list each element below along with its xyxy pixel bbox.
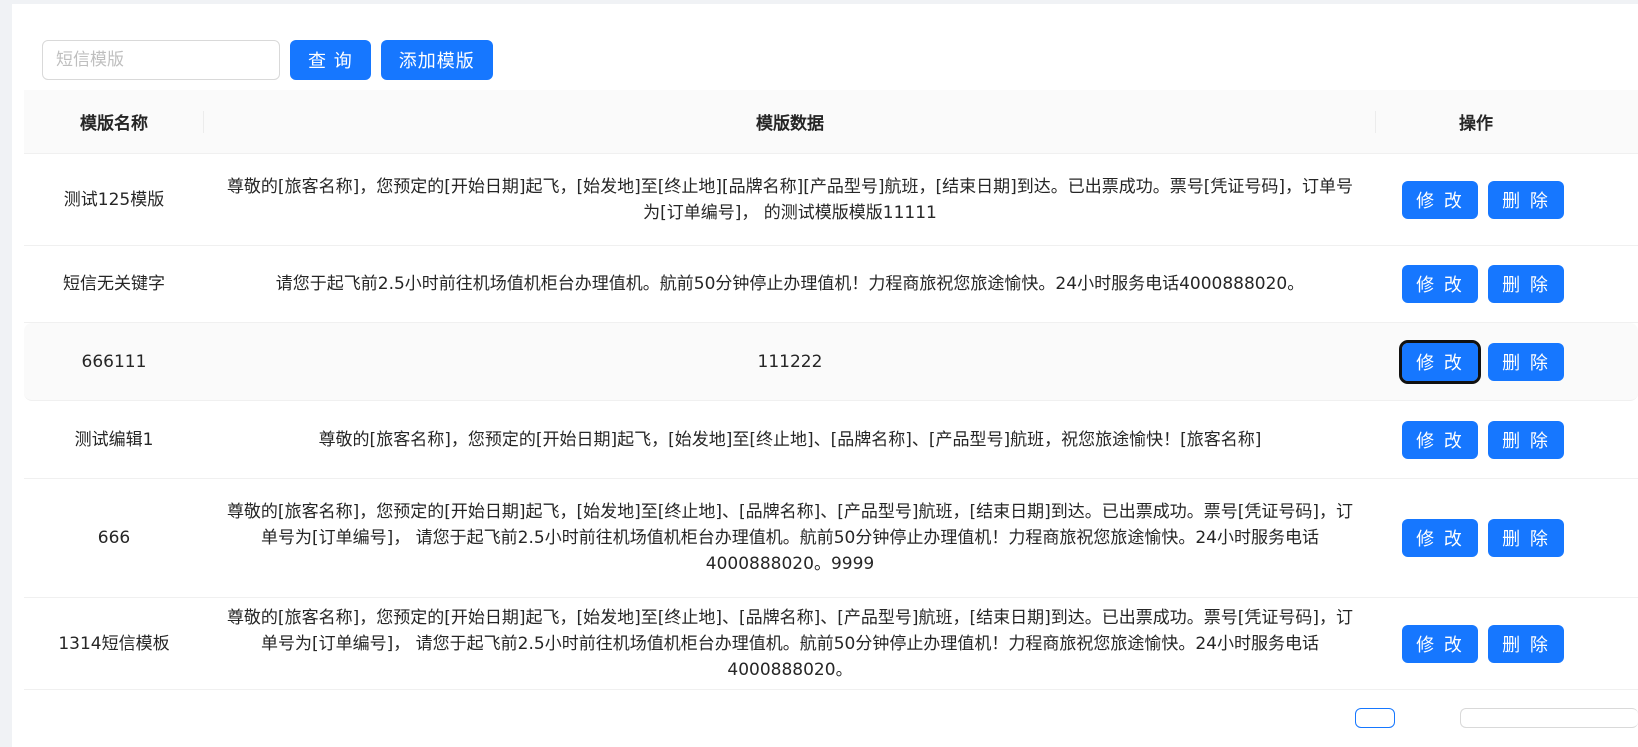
delete-button[interactable]: 删 除 bbox=[1488, 342, 1564, 381]
edit-button[interactable]: 修 改 bbox=[1402, 265, 1478, 303]
table-header: 模版名称 模版数据 操作 bbox=[24, 90, 1638, 154]
delete-button[interactable]: 删 除 bbox=[1488, 624, 1564, 663]
row-data: 尊敬的[旅客名称]，您预定的[开始日期]起飞，[始发地]至[终止地][品牌名称]… bbox=[226, 176, 1354, 223]
row-data: 尊敬的[旅客名称]，您预定的[开始日期]起飞，[始发地]至[终止地]、[品牌名称… bbox=[226, 502, 1354, 574]
pagination-current-page[interactable] bbox=[1355, 708, 1395, 728]
row-data: 尊敬的[旅客名称]，您预定的[开始日期]起飞，[始发地]至[终止地]、[品牌名称… bbox=[318, 429, 1262, 450]
row-name: 1314短信模板 bbox=[58, 633, 170, 654]
row-actions: 修 改 删 除 bbox=[1376, 519, 1576, 557]
search-input[interactable] bbox=[42, 40, 280, 80]
edit-button[interactable]: 修 改 bbox=[1402, 180, 1478, 219]
edit-button[interactable]: 修 改 bbox=[1402, 519, 1478, 557]
pagination-size-changer[interactable] bbox=[1460, 708, 1638, 728]
table-row: 短信无关键字 请您于起飞前2.5小时前往机场值机柜台办理值机。航前50分钟停止办… bbox=[24, 246, 1638, 323]
row-actions: 修 改 删 除 bbox=[1376, 180, 1576, 219]
delete-button[interactable]: 删 除 bbox=[1488, 265, 1564, 303]
edit-button[interactable]: 修 改 bbox=[1399, 339, 1481, 384]
row-data: 尊敬的[旅客名称]，您预定的[开始日期]起飞，[始发地]至[终止地]、[品牌名称… bbox=[226, 607, 1354, 680]
delete-button[interactable]: 删 除 bbox=[1488, 519, 1564, 557]
row-name: 测试编辑1 bbox=[74, 429, 154, 450]
row-data: 请您于起飞前2.5小时前往机场值机柜台办理值机。航前50分钟停止办理值机！力程商… bbox=[275, 274, 1305, 294]
table-row: 测试编辑1 尊敬的[旅客名称]，您预定的[开始日期]起飞，[始发地]至[终止地]… bbox=[24, 401, 1638, 479]
template-table: 模版名称 模版数据 操作 测试125模版 尊敬的[旅客名称]，您预定的[开始日期… bbox=[24, 90, 1638, 690]
table-row: 666 尊敬的[旅客名称]，您预定的[开始日期]起飞，[始发地]至[终止地]、[… bbox=[24, 479, 1638, 598]
row-name: 短信无关键字 bbox=[63, 274, 165, 294]
row-name: 测试125模版 bbox=[63, 189, 165, 210]
content-card: 查 询 添加模版 模版名称 模版数据 操作 测试125模版 尊敬的[旅客名称]，… bbox=[12, 4, 1638, 747]
row-data: 111222 bbox=[757, 351, 823, 372]
table-row: 1314短信模板 尊敬的[旅客名称]，您预定的[开始日期]起飞，[始发地]至[终… bbox=[24, 598, 1638, 690]
toolbar: 查 询 添加模版 bbox=[42, 40, 493, 80]
row-actions: 修 改 删 除 bbox=[1376, 420, 1576, 459]
table-row: 测试125模版 尊敬的[旅客名称]，您预定的[开始日期]起飞，[始发地]至[终止… bbox=[24, 154, 1638, 246]
edit-button[interactable]: 修 改 bbox=[1402, 420, 1478, 459]
column-header-name: 模版名称 bbox=[24, 109, 204, 134]
query-button[interactable]: 查 询 bbox=[290, 40, 371, 80]
row-actions: 修 改 删 除 bbox=[1376, 265, 1576, 303]
add-template-button[interactable]: 添加模版 bbox=[380, 40, 493, 80]
delete-button[interactable]: 删 除 bbox=[1488, 420, 1564, 459]
table-row: 666111 111222 修 改 删 除 bbox=[24, 323, 1638, 401]
edit-button[interactable]: 修 改 bbox=[1402, 624, 1478, 663]
row-actions: 修 改 删 除 bbox=[1376, 624, 1576, 663]
column-header-actions: 操作 bbox=[1459, 114, 1493, 134]
row-name: 666 bbox=[97, 528, 131, 548]
column-header-data: 模版数据 bbox=[204, 109, 1376, 134]
row-actions: 修 改 删 除 bbox=[1376, 339, 1576, 384]
row-name: 666111 bbox=[81, 351, 147, 372]
delete-button[interactable]: 删 除 bbox=[1488, 180, 1564, 219]
